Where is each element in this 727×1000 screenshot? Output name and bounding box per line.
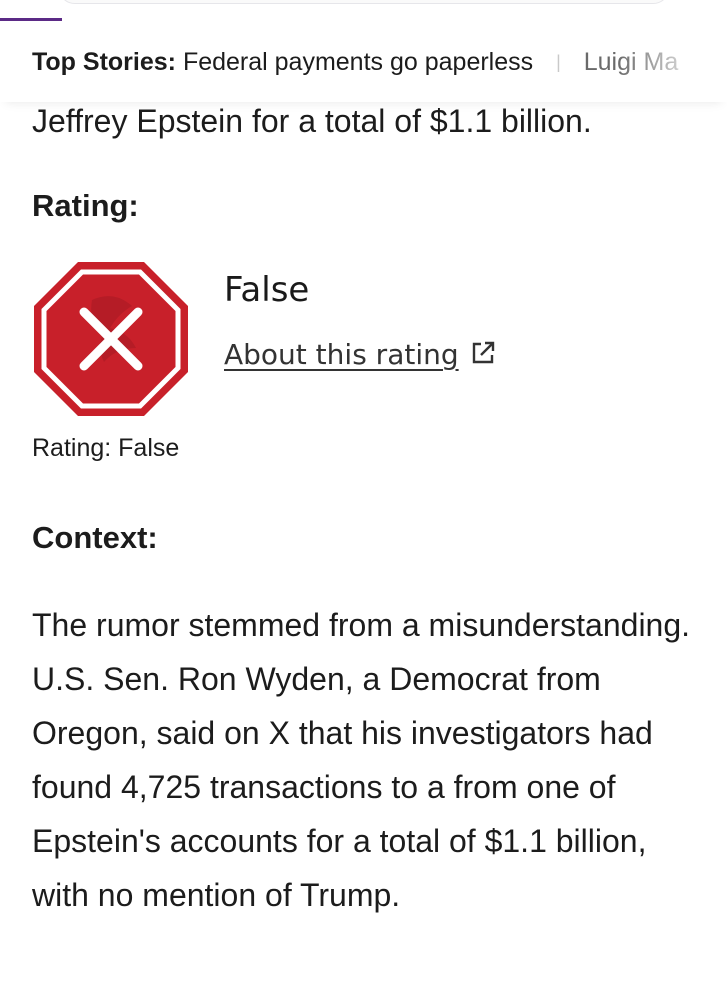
external-link-icon [472,341,494,364]
rating-heading: Rating: [32,188,139,223]
lead-paragraph-tail: Jeffrey Epstein for a total of $1.1 bill… [32,103,592,139]
top-story-link-1[interactable]: Federal payments go paperless [183,48,533,76]
article-body: Jeffrey Epstein for a total of $1.1 bill… [32,98,692,922]
about-this-rating-label: About this rating [224,338,459,371]
about-this-rating-link[interactable]: About this rating [224,338,497,371]
search-bar[interactable] [58,0,670,4]
story-separator: | [556,52,561,72]
rating-verdict: False [224,270,310,310]
rating-widget: False About this rating [32,260,692,440]
ticker-fade [617,40,727,90]
false-stop-sign-icon [34,262,188,416]
top-stories-label: Top Stories: [32,48,176,76]
active-tab-indicator [0,18,62,21]
context-heading: Context: [32,520,158,555]
context-paragraph: The rumor stemmed from a misunderstandin… [32,607,691,913]
rating-caption: Rating: False [32,434,180,462]
top-stories-bar: Top Stories: Federal payments go paperle… [0,0,727,102]
